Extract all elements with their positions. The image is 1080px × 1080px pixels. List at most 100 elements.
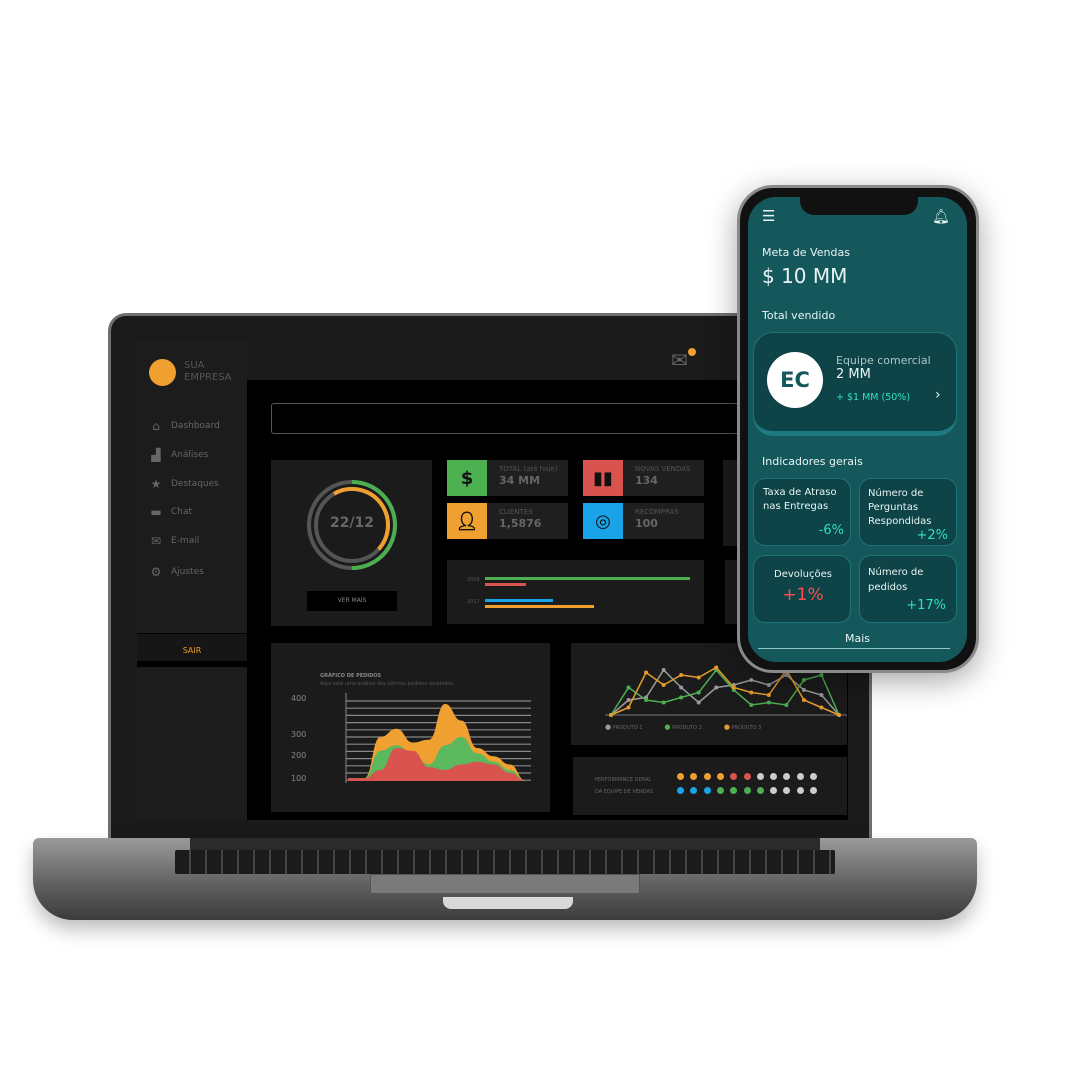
performance-dot	[716, 773, 724, 780]
kpi-tiles: $ TOTAL (até hoje) 34 MM ▮▮ NOVAS VENDAS 134 👤…	[447, 460, 707, 540]
goal-value: $ 10 MM	[762, 264, 848, 288]
donut-card: 22/12 VER MAIS	[271, 460, 432, 626]
indicator-label: Devoluções	[774, 569, 832, 580]
sidebar-item-dashboard[interactable]: ⌂ Dashboard	[149, 419, 220, 433]
line-point	[626, 705, 631, 710]
y-tick: 100	[291, 774, 307, 783]
line-point	[766, 700, 771, 705]
indicator-card[interactable]: Taxa de Atraso nas Entregas -6%	[753, 478, 851, 546]
performance-dot	[796, 773, 804, 780]
keyboard	[175, 850, 835, 874]
sidebar-item-destaques[interactable]: ★ Destaques	[149, 477, 219, 491]
performance-dot	[783, 787, 791, 794]
line-point	[644, 670, 649, 675]
sidebar-item-email[interactable]: ✉ E-mail	[149, 534, 199, 548]
kpi-tile[interactable]: 👤︎ CLIENTES 1,5876	[447, 503, 568, 539]
kpi-label: RECOMPRAS	[635, 508, 679, 516]
line-point	[766, 693, 771, 697]
bar	[485, 605, 594, 608]
performance-card: PERFORMANCE GERAL DA EQUIPE DE VENDAS	[573, 757, 847, 815]
performance-dot	[756, 773, 764, 780]
brand-line1: SUA	[184, 360, 205, 371]
line-point	[609, 713, 613, 717]
team-avatar: EC	[767, 352, 823, 408]
performance-dot	[690, 773, 698, 780]
indicator-card[interactable]: Número de Perguntas Respondidas +2%	[859, 478, 957, 546]
laptop-notch	[443, 897, 573, 909]
brand-line2: EMPRESA	[184, 372, 232, 383]
kpi-text: CLIENTES 1,5876	[487, 503, 541, 539]
performance-dot	[810, 773, 817, 780]
kpi-value: 134	[635, 474, 658, 487]
line-point	[679, 685, 684, 690]
performance-dot	[770, 773, 778, 780]
phone-notch	[800, 197, 918, 215]
legend-marker: ●	[723, 723, 730, 731]
line-point	[749, 678, 754, 682]
nav-label: Ajustes	[171, 567, 204, 577]
mail-icon[interactable]: ✉	[671, 350, 688, 370]
performance-dot	[810, 787, 817, 794]
line-point	[696, 700, 701, 705]
legend-marker: ●	[664, 723, 671, 731]
kpi-text: TOTAL (até hoje) 34 MM	[487, 460, 557, 496]
kpi-tile[interactable]: $ TOTAL (até hoje) 34 MM	[447, 460, 568, 496]
performance-dot	[730, 773, 738, 780]
performance-dot	[690, 787, 698, 794]
indicator-value: -6%	[818, 523, 844, 538]
performance-dot	[730, 787, 738, 794]
legend-label: PRODUTO 1	[612, 725, 643, 731]
kpi-label: TOTAL (até hoje)	[499, 465, 558, 473]
line-point	[819, 705, 824, 710]
line-point	[696, 675, 701, 680]
nav-label: Destaques	[171, 479, 219, 489]
sidebar-item-chat[interactable]: ▬ Chat	[149, 505, 192, 519]
kpi-tile[interactable]: ◎ RECOMPRAS 100	[583, 503, 704, 539]
chat-icon: ▬	[150, 505, 162, 519]
indicator-card[interactable]: Devoluções +1%	[753, 555, 851, 623]
logout-button[interactable]: SAIR	[137, 633, 247, 667]
line-point	[661, 668, 666, 672]
legend-item: ● PRODUTO 1	[605, 723, 642, 731]
kpi-tile[interactable]: ▮▮ NOVAS VENDAS 134	[583, 460, 704, 496]
performance-dot	[770, 787, 778, 794]
indicators-label: Indicadores gerais	[762, 455, 863, 468]
y-tick: 400	[291, 694, 307, 703]
chevron-right-icon[interactable]: ›	[935, 387, 941, 403]
performance-dot	[743, 773, 751, 780]
search-input[interactable]	[271, 403, 791, 434]
line-point	[784, 703, 789, 707]
indicator-label: Número de pedidos	[868, 567, 924, 593]
line-point	[679, 695, 684, 700]
bar	[485, 583, 526, 586]
performance-dot	[716, 787, 724, 794]
menu-icon[interactable]: ☰	[762, 209, 775, 224]
bar-label: 2018	[467, 577, 480, 583]
ver-mais-button[interactable]: VER MAIS	[307, 591, 397, 611]
line-point	[644, 698, 649, 702]
indicator-label: Taxa de Atraso nas Entregas	[763, 487, 837, 512]
more-button[interactable]: Mais	[748, 632, 967, 645]
star-icon: ★	[150, 477, 162, 491]
dollar-icon: $	[447, 460, 487, 496]
line-point	[819, 673, 824, 677]
kpi-value: 34 MM	[499, 474, 541, 487]
user-icon: 👤︎	[447, 503, 487, 539]
bar-chart-icon: ▟	[151, 448, 161, 462]
sold-label: Total vendido	[762, 309, 836, 322]
target-icon: ◎	[583, 503, 623, 539]
performance-dot	[703, 787, 711, 794]
line-point	[837, 713, 841, 717]
area-chart	[345, 693, 531, 783]
sidebar-item-ajustes[interactable]: ⚙ Ajustes	[149, 565, 204, 579]
performance-dot	[796, 787, 804, 794]
team-card[interactable]: EC Equipe comercial 2 MM + $1 MM (50%) ›	[753, 332, 957, 436]
legend-item: ● PRODUTO 2	[664, 723, 701, 731]
home-icon: ⌂	[152, 419, 160, 433]
performance-dot	[783, 773, 791, 780]
bell-icon[interactable]: 🔔︎	[932, 209, 950, 225]
line-chart-legend: ● PRODUTO 1 ● PRODUTO 2 ● PRODUTO 3	[605, 723, 761, 731]
line-point	[661, 683, 666, 687]
indicator-card[interactable]: Número de pedidos +17%	[859, 555, 957, 623]
sidebar-item-analises[interactable]: ▟ Análises	[149, 448, 208, 462]
